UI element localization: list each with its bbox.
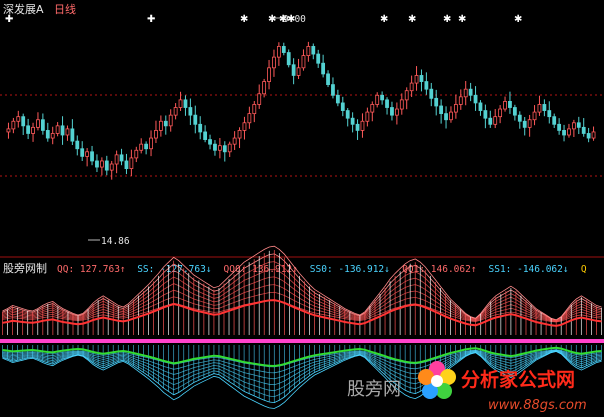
candle <box>286 49 291 68</box>
indicator-fields: QQ: 127.763↑ SS: -127.763↓ QQ0: 136.912↑ SS… <box>57 264 587 275</box>
indicator-name: 股旁网制 <box>3 261 47 275</box>
logo-text: 分析家公式网 <box>461 368 575 391</box>
signal-marker-icon: ✱ <box>268 14 276 25</box>
signal-marker-icon: ✱ <box>240 14 248 25</box>
indicator-field: Q <box>581 264 587 275</box>
indicator-field: SS0: -136.912↓ <box>310 264 390 275</box>
indicator-field: QQ: 127.763↑ <box>57 264 126 275</box>
stock-chart: ✚ ✚ ✱ ✱ ✱ ✱ ✱ ✱ ✱ ✱ ✱ 深发展A 日线 9.00 14.86 股旁网制 QQ: … <box>0 0 604 417</box>
watermark-text: 股旁网 <box>347 379 401 400</box>
signal-marker-icon: ✱ <box>458 14 466 25</box>
period-label: 日线 <box>54 2 76 16</box>
logo-url: www.88gs.com <box>488 398 587 413</box>
signal-marker-icon: ✱ <box>443 14 451 25</box>
price-high-label: 9.00 <box>283 14 306 25</box>
signal-marker-icon: ✱ <box>380 14 388 25</box>
signal-marker-icon: ✚ <box>147 14 155 25</box>
symbol-label: 深发展A <box>3 2 44 16</box>
indicator-field: SS: -127.763↓ <box>137 264 211 275</box>
signal-marker-icon: ✱ <box>408 14 416 25</box>
signal-marker-icon: ✱ <box>514 14 522 25</box>
price-low-label: 14.86 <box>101 236 130 247</box>
indicator-field: SS1: -146.062↓ <box>489 264 569 275</box>
